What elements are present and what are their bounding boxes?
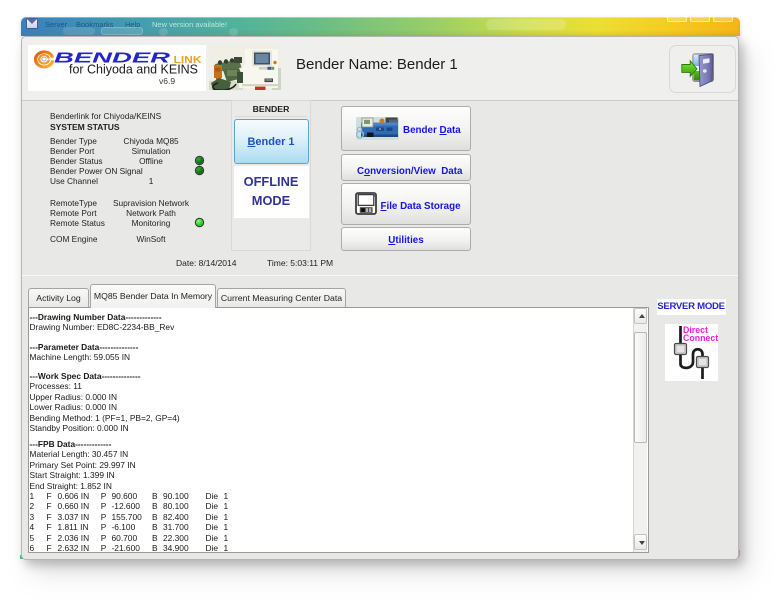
svg-text:v6.9: v6.9 <box>159 76 175 86</box>
svg-text:for Chiyoda and KEINS: for Chiyoda and KEINS <box>69 63 198 77</box>
